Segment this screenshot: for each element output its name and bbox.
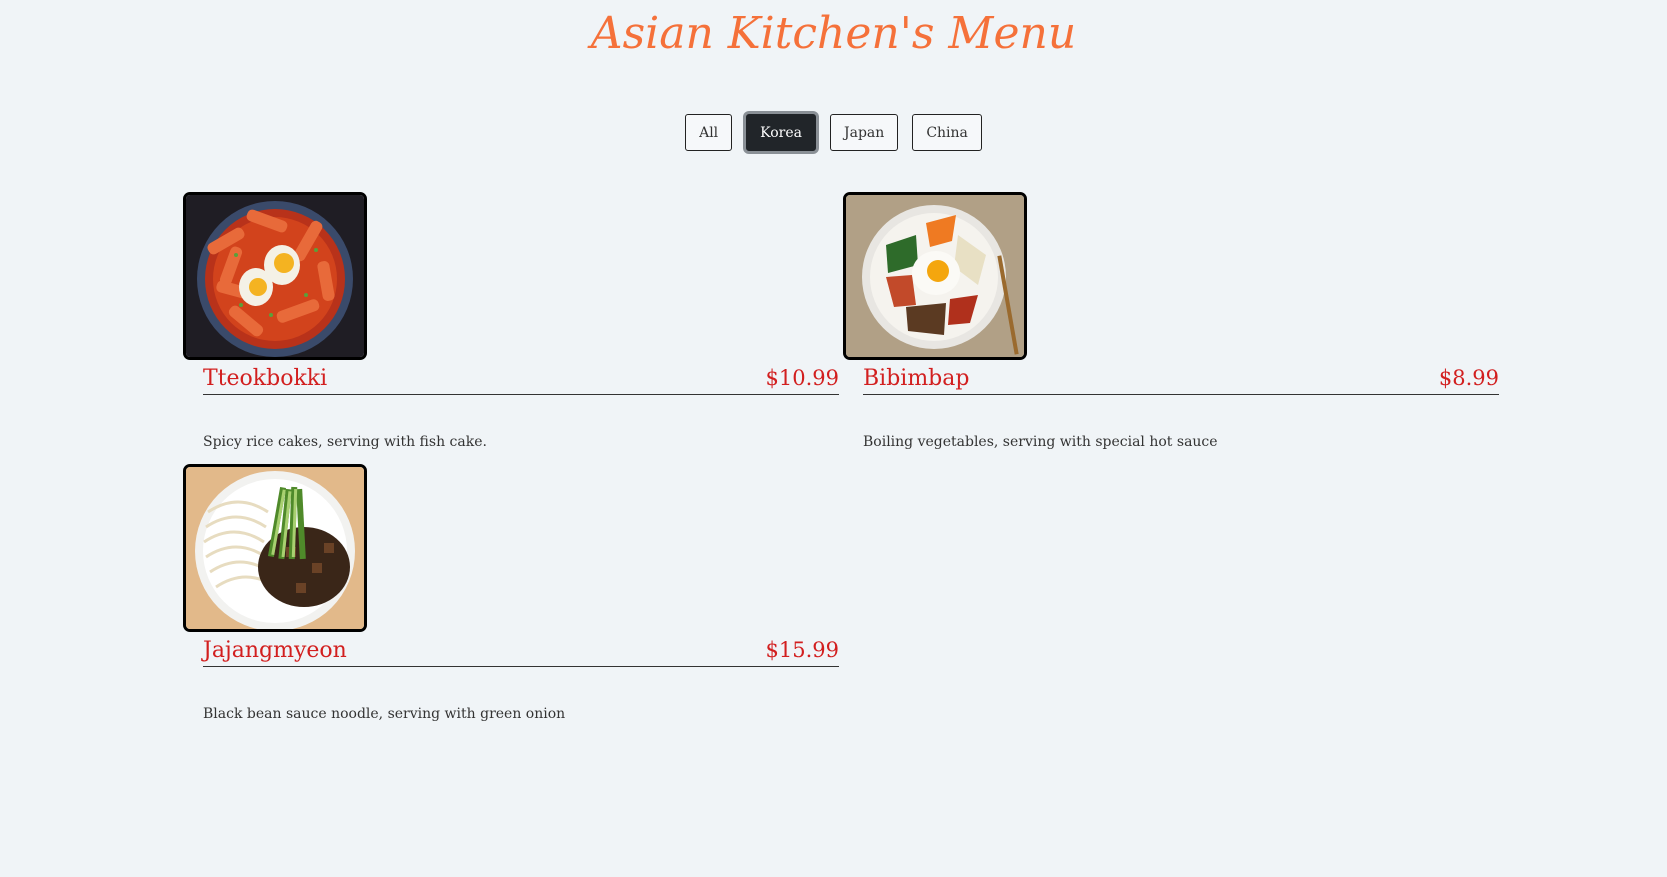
item-description: Boiling vegetables, serving with special… bbox=[863, 434, 1218, 450]
bibimbap-photo bbox=[843, 192, 1027, 360]
item-name: Jajangmyeon bbox=[203, 638, 347, 663]
item-header: Jajangmyeon $15.99 bbox=[203, 638, 839, 667]
item-header: Bibimbap $8.99 bbox=[863, 366, 1499, 395]
item-price: $8.99 bbox=[1438, 366, 1499, 390]
item-header: Tteokbokki $10.99 bbox=[203, 366, 839, 395]
filter-button-all[interactable]: All bbox=[685, 114, 733, 151]
filter-button-china[interactable]: China bbox=[912, 114, 982, 151]
item-price: $15.99 bbox=[765, 638, 839, 662]
tteokbokki-photo bbox=[183, 192, 367, 360]
item-price: $10.99 bbox=[765, 366, 839, 390]
item-description: Spicy rice cakes, serving with fish cake… bbox=[203, 434, 487, 450]
category-filter-bar: All Korea Japan China bbox=[0, 114, 1667, 151]
jajangmyeon-photo bbox=[183, 464, 367, 632]
filter-button-korea[interactable]: Korea bbox=[746, 114, 817, 151]
item-name: Bibimbap bbox=[863, 366, 970, 391]
filter-button-japan[interactable]: Japan bbox=[830, 114, 899, 151]
item-name: Tteokbokki bbox=[203, 366, 328, 391]
page-title: Asian Kitchen's Menu bbox=[590, 8, 1077, 59]
item-description: Black bean sauce noodle, serving with gr… bbox=[203, 706, 566, 722]
